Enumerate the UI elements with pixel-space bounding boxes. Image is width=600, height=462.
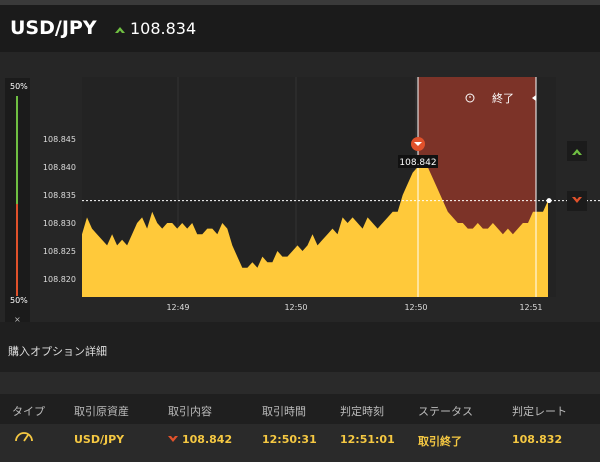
header-content: 取引内容	[168, 405, 212, 418]
low-button[interactable]	[567, 191, 587, 211]
row-content-value: 108.842	[182, 433, 233, 446]
table-row[interactable]: USD/JPY 108.842 12:50:31 12:51:01 取引終了 1…	[0, 424, 600, 454]
x-tick-label: 12:50	[404, 303, 427, 312]
table-header: タイプ 取引原資産 取引内容 取引時間 判定時刻 ステータス 判定レート	[0, 394, 600, 424]
row-status: 取引終了	[418, 435, 462, 448]
chart-area: 108.845 108.840 108.835 108.830 108.825 108.8…	[0, 52, 600, 333]
header-judge-time: 判定時刻	[340, 405, 384, 418]
entry-label: 108.842	[399, 158, 436, 168]
current-point	[546, 198, 552, 204]
price-chart[interactable]: 108.845 108.840 108.835 108.830 108.825 108.8…	[0, 52, 600, 322]
high-button[interactable]	[567, 141, 587, 161]
x-tick-label: 12:51	[519, 303, 542, 312]
y-tick-label: 108.830	[43, 219, 76, 228]
y-tick-label: 108.845	[43, 135, 76, 144]
y-tick-label: 108.840	[43, 163, 76, 172]
row-content: 108.842	[168, 433, 232, 446]
pair-title: USD/JPY	[10, 17, 97, 39]
row-rate: 108.832	[512, 433, 563, 446]
sentiment-panel: 50% 50% ×	[5, 78, 30, 333]
sentiment-down-bar	[16, 204, 18, 296]
header-type: タイプ	[12, 405, 45, 418]
sentiment-up-bar	[16, 96, 18, 204]
y-tick-label: 108.825	[43, 247, 76, 256]
header: USD/JPY 108.834	[0, 0, 600, 52]
y-tick-label: 108.835	[43, 191, 76, 200]
options-table: タイプ 取引原資産 取引内容 取引時間 判定時刻 ステータス 判定レート USD…	[0, 372, 600, 462]
x-tick-label: 12:49	[166, 303, 189, 312]
up-arrow-icon	[115, 27, 125, 33]
down-arrow-icon	[572, 197, 582, 203]
expired-label: 終了	[492, 91, 514, 105]
y-tick-label: 108.820	[43, 275, 76, 284]
header-status: ステータス	[418, 405, 473, 418]
sentiment-down-percent: 50%	[10, 296, 28, 305]
header-trade-time: 取引時間	[262, 405, 306, 418]
purchase-details-header: 購入オプション詳細	[0, 322, 600, 372]
header-asset: 取引原資産	[74, 405, 129, 418]
row-judge-time: 12:51:01	[340, 433, 395, 446]
header-rate: 判定レート	[512, 405, 567, 418]
up-arrow-icon	[572, 149, 582, 155]
row-trade-time: 12:50:31	[262, 433, 317, 446]
section-title: 購入オプション詳細	[8, 345, 107, 358]
x-tick-label: 12:50	[284, 303, 307, 312]
current-price: 108.834	[130, 19, 197, 38]
down-arrow-icon	[168, 436, 178, 442]
row-asset: USD/JPY	[74, 433, 125, 446]
sentiment-up-percent: 50%	[10, 82, 28, 91]
